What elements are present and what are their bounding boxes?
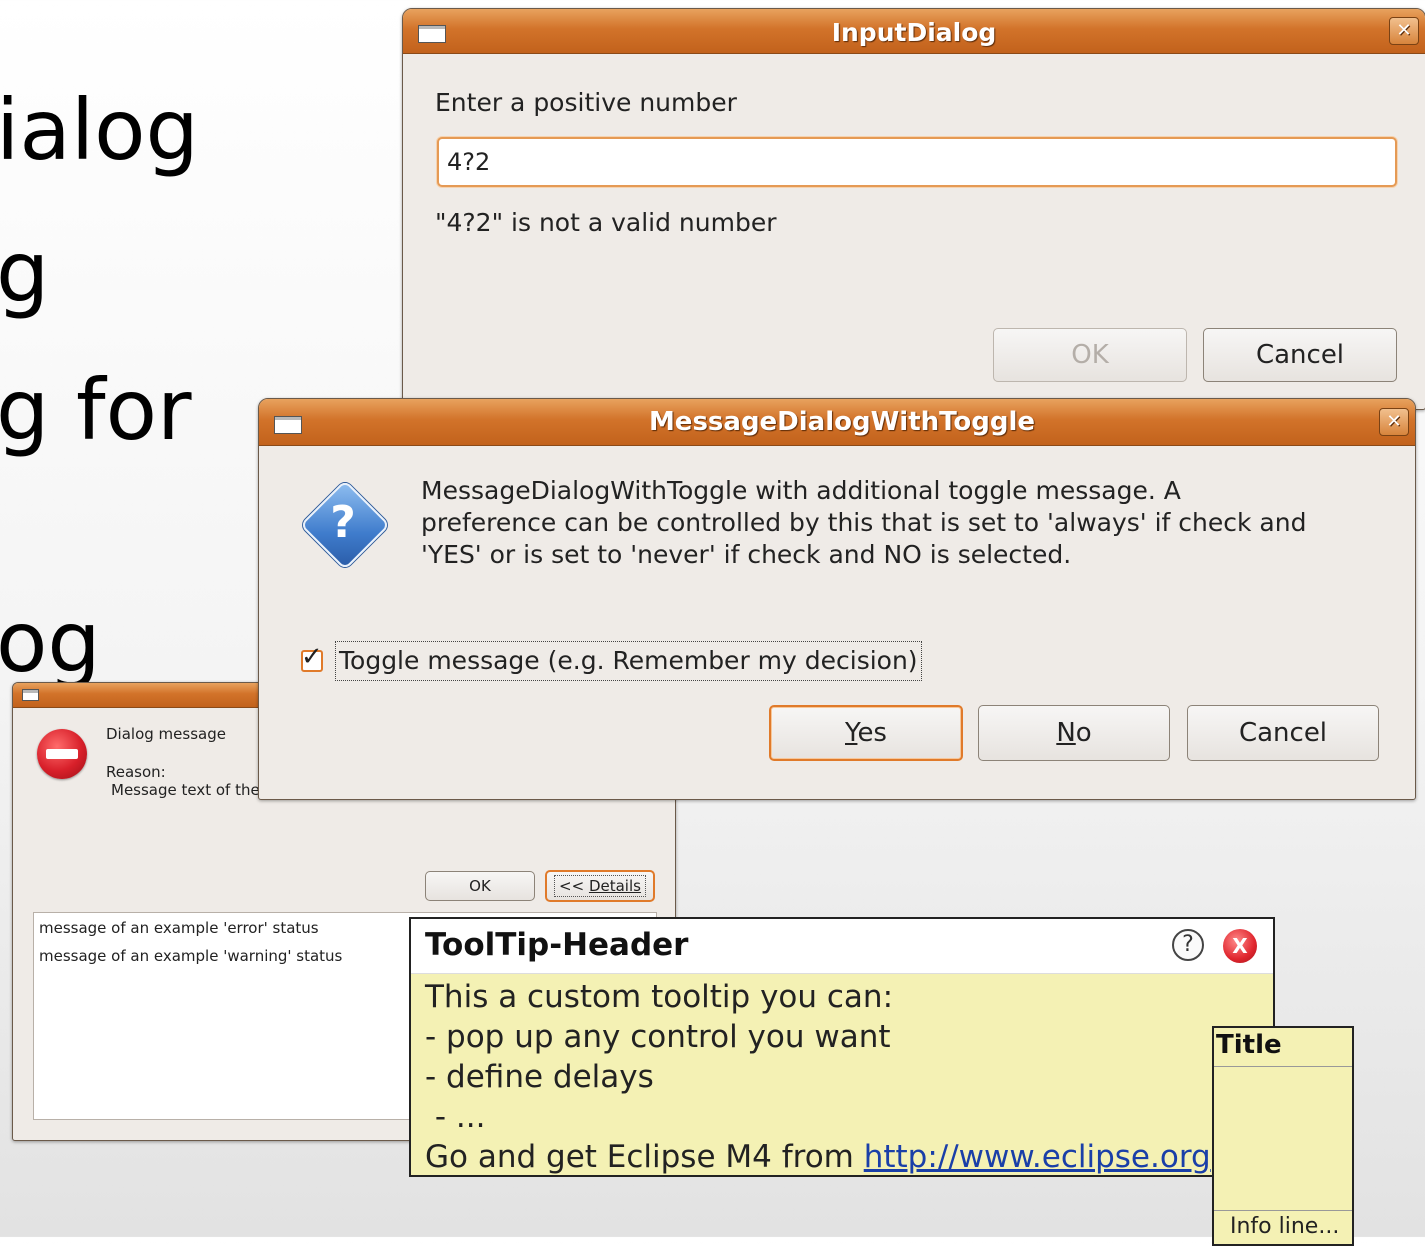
list-item[interactable]: message of an example 'warning' status — [39, 947, 342, 965]
help-icon[interactable]: ? — [1172, 929, 1204, 961]
divider — [1214, 1066, 1352, 1067]
list-item[interactable]: message of an example 'error' status — [39, 919, 319, 937]
yes-button[interactable]: Yes — [769, 705, 963, 761]
eclipse-link[interactable]: http://www.eclipse.org — [864, 1139, 1211, 1175]
message-dialog-titlebar[interactable]: MessageDialogWithToggle ✕ — [259, 399, 1415, 446]
slide-line-2: g — [0, 223, 50, 321]
no-mnemonic: N — [1056, 718, 1076, 748]
ok-button[interactable]: OK — [425, 871, 535, 901]
ok-button[interactable]: OK — [993, 328, 1187, 382]
dialog-title: MessageDialogWithToggle — [648, 407, 1036, 437]
yes-rest: es — [857, 718, 887, 748]
question-glyph: ? — [330, 497, 356, 548]
no-button[interactable]: No — [978, 705, 1170, 761]
error-icon — [37, 729, 87, 779]
error-message: Dialog message — [106, 725, 226, 743]
tooltip-line-1: This a custom tooltip you can: — [425, 979, 894, 1015]
details-label: Details — [588, 877, 641, 895]
toggle-checkbox[interactable]: ✓ — [301, 642, 323, 672]
tooltip-line-2: - pop up any control you want — [425, 1019, 891, 1055]
message-dialog: MessageDialogWithToggle ✕ ? MessageDialo… — [258, 398, 1416, 800]
number-input-value: 4?2 — [447, 148, 491, 176]
reason-text: Message text of the — [111, 781, 260, 799]
cancel-button[interactable]: Cancel — [1203, 328, 1397, 382]
tooltip-link-prefix: Go and get Eclipse M4 from — [425, 1139, 864, 1175]
no-rest: o — [1075, 718, 1092, 748]
close-icon: ✕ — [1386, 411, 1402, 432]
number-input[interactable]: 4?2 — [437, 137, 1397, 187]
cancel-button[interactable]: Cancel — [1187, 705, 1379, 761]
close-icon[interactable]: X — [1223, 929, 1257, 963]
window-icon[interactable] — [22, 689, 39, 701]
yes-mnemonic: Y — [845, 718, 858, 748]
reason-label: Reason: — [106, 763, 166, 781]
toggle-label: Toggle message (e.g. Remember my decisio… — [339, 646, 918, 675]
custom-tooltip: ToolTip-Header ? X This a custom tooltip… — [409, 917, 1275, 1177]
message-text: MessageDialogWithToggle with additional … — [421, 476, 1307, 569]
checkmark-icon: ✓ — [301, 642, 323, 672]
prompt-label: Enter a positive number — [435, 88, 737, 117]
toggle-label-box[interactable]: Toggle message (e.g. Remember my decisio… — [335, 641, 922, 681]
close-button[interactable]: ✕ — [1379, 408, 1409, 436]
validation-error: "4?2" is not a valid number — [435, 208, 777, 237]
details-prefix: << — [559, 877, 589, 895]
details-button[interactable]: << Details — [545, 870, 655, 902]
mini-tooltip: Title Info line... — [1212, 1026, 1354, 1246]
slide-line-4: og — [0, 593, 101, 691]
input-dialog-titlebar[interactable]: InputDialog ✕ — [403, 9, 1425, 54]
tooltip-header: ToolTip-Header — [425, 927, 689, 963]
dialog-title: InputDialog — [831, 18, 997, 47]
divider — [1214, 1210, 1352, 1211]
slide-line-1: ialog — [0, 81, 199, 179]
input-dialog: InputDialog ✕ Enter a positive number 4?… — [402, 8, 1425, 410]
mini-tooltip-info: Info line... — [1230, 1214, 1340, 1239]
close-icon: ✕ — [1396, 20, 1412, 41]
tooltip-header-bar: ToolTip-Header ? X — [411, 919, 1273, 974]
close-button[interactable]: ✕ — [1389, 17, 1419, 45]
question-icon: ? — [297, 477, 391, 571]
slide-line-3: g for — [0, 361, 192, 459]
tooltip-line-4: - ... — [425, 1099, 486, 1135]
tooltip-link-line: Go and get Eclipse M4 from http://www.ec… — [425, 1139, 1211, 1175]
mini-tooltip-title: Title — [1216, 1030, 1282, 1060]
tooltip-line-3: - define delays — [425, 1059, 654, 1095]
